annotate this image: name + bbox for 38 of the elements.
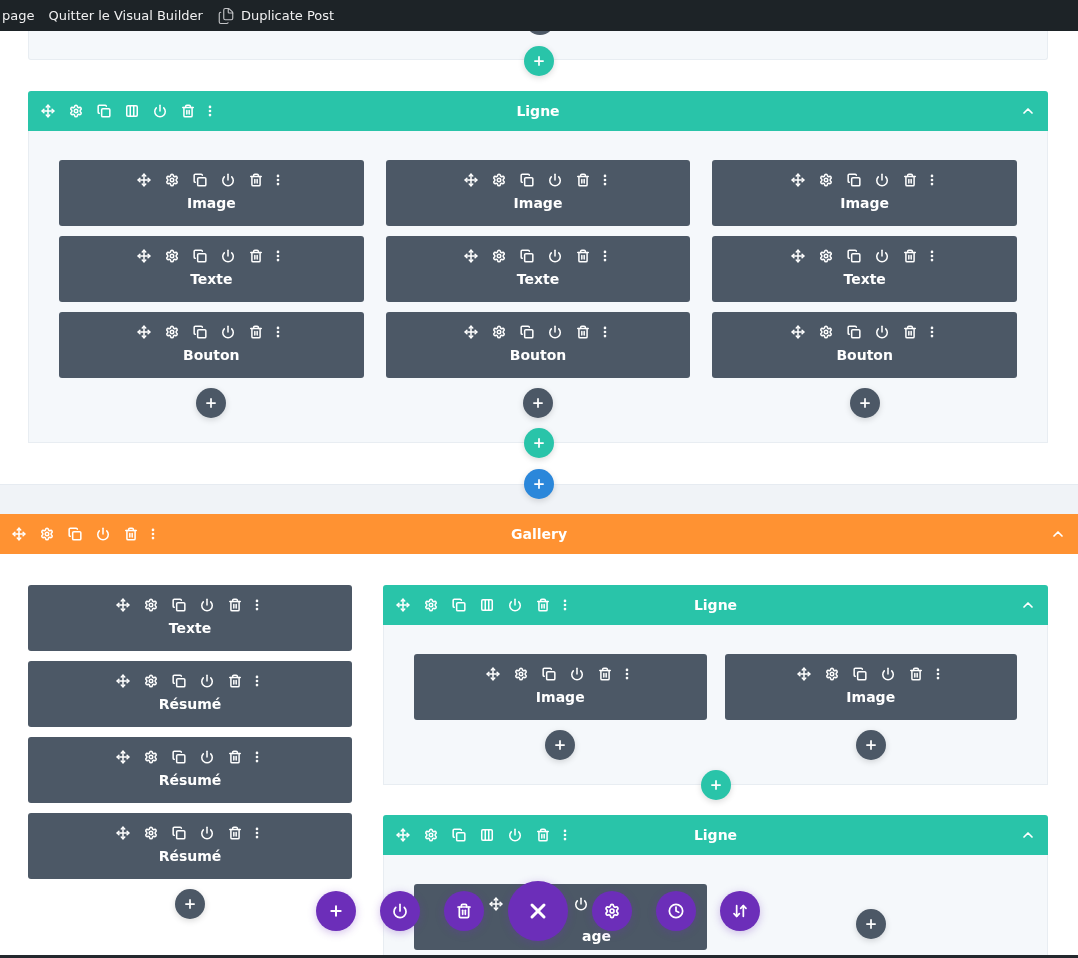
module-label: Texte	[168, 620, 212, 636]
module-label: Texte	[190, 271, 233, 287]
section-title: Gallery	[510, 526, 568, 542]
module-label: Résumé	[158, 772, 222, 788]
module-card[interactable]: Image	[59, 160, 364, 226]
row-title: Ligne	[516, 103, 560, 119]
module-card[interactable]: Texte	[28, 585, 352, 651]
module-card[interactable]: Bouton	[385, 312, 691, 378]
module-card[interactable]: Résumé	[28, 661, 352, 727]
module-label: Texte	[843, 271, 886, 287]
module-label: Résumé	[158, 696, 222, 712]
module-card[interactable]: Image	[414, 654, 707, 720]
module-card[interactable]: Bouton	[712, 312, 1017, 378]
row-title: Ligne	[693, 597, 738, 613]
module-label: Texte	[516, 271, 560, 287]
module-card[interactable]: Résumé	[28, 813, 352, 879]
module-card[interactable]: Résumé	[28, 737, 352, 803]
module-label: Bouton	[836, 347, 893, 363]
module-label: Image	[846, 689, 896, 705]
module-label: Image	[513, 195, 563, 211]
module-card[interactable]: Image	[385, 160, 691, 226]
module-card[interactable]: Image	[724, 654, 1017, 720]
row-title: Ligne	[693, 827, 738, 843]
toolbar-link[interactable]: Duplicate Post	[216, 6, 335, 25]
module-card[interactable]: Texte	[712, 236, 1017, 302]
module-label: Bouton	[183, 347, 240, 363]
module-card[interactable]: Bouton	[59, 312, 364, 378]
toolbar-link[interactable]: page	[2, 8, 35, 23]
module-card[interactable]: Texte	[385, 236, 691, 302]
module-label: age	[581, 928, 611, 944]
module-label: Image	[840, 195, 890, 211]
module-label: Image	[186, 195, 236, 211]
module-label: Bouton	[509, 347, 567, 363]
module-card[interactable]: Texte	[59, 236, 364, 302]
module-card[interactable]: Image	[712, 160, 1017, 226]
module-label: Image	[535, 689, 585, 705]
module-label: Résumé	[158, 848, 222, 864]
toolbar-link[interactable]: Quitter le Visual Builder	[48, 8, 203, 23]
